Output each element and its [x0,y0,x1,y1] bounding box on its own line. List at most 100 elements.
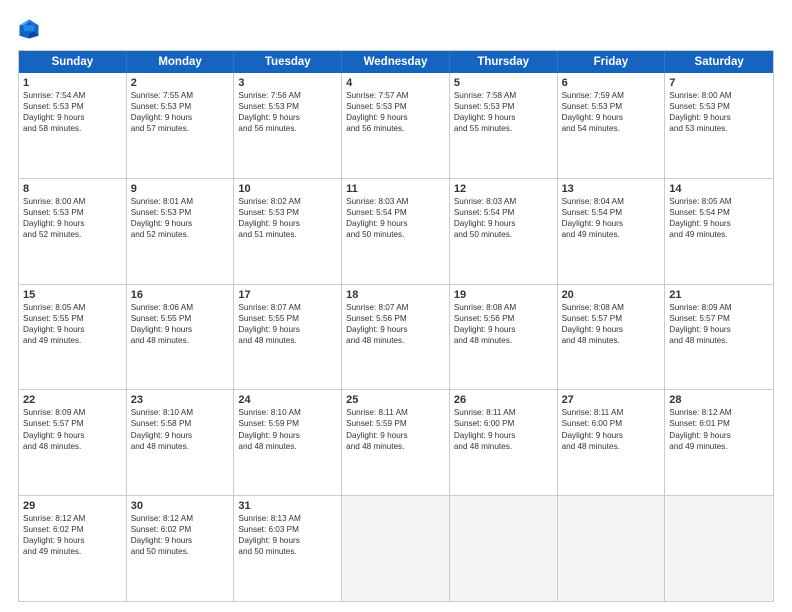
day-number: 19 [454,289,553,301]
cell-info: Sunrise: 8:12 AMSunset: 6:01 PMDaylight:… [669,407,769,451]
calendar-cell-14: 14Sunrise: 8:05 AMSunset: 5:54 PMDayligh… [665,179,773,284]
day-number: 20 [562,289,661,301]
calendar-cell-31: 31Sunrise: 8:13 AMSunset: 6:03 PMDayligh… [234,496,342,601]
day-number: 2 [131,77,230,89]
calendar-cell-13: 13Sunrise: 8:04 AMSunset: 5:54 PMDayligh… [558,179,666,284]
cell-info: Sunrise: 7:59 AMSunset: 5:53 PMDaylight:… [562,90,661,134]
calendar-cell-22: 22Sunrise: 8:09 AMSunset: 5:57 PMDayligh… [19,390,127,495]
day-number: 1 [23,77,122,89]
day-number: 29 [23,500,122,512]
day-number: 12 [454,183,553,195]
page: SundayMondayTuesdayWednesdayThursdayFrid… [0,0,792,612]
logo [18,18,42,40]
calendar-cell-7: 7Sunrise: 8:00 AMSunset: 5:53 PMDaylight… [665,73,773,178]
day-number: 13 [562,183,661,195]
cell-info: Sunrise: 8:03 AMSunset: 5:54 PMDaylight:… [346,196,445,240]
day-number: 8 [23,183,122,195]
calendar-cell-empty-4-3 [342,496,450,601]
cell-info: Sunrise: 8:00 AMSunset: 5:53 PMDaylight:… [23,196,122,240]
calendar-cell-2: 2Sunrise: 7:55 AMSunset: 5:53 PMDaylight… [127,73,235,178]
day-number: 23 [131,394,230,406]
cell-info: Sunrise: 8:12 AMSunset: 6:02 PMDaylight:… [131,513,230,557]
cell-info: Sunrise: 7:55 AMSunset: 5:53 PMDaylight:… [131,90,230,134]
calendar-body: 1Sunrise: 7:54 AMSunset: 5:53 PMDaylight… [19,73,773,601]
cell-info: Sunrise: 8:08 AMSunset: 5:57 PMDaylight:… [562,302,661,346]
calendar-cell-29: 29Sunrise: 8:12 AMSunset: 6:02 PMDayligh… [19,496,127,601]
cell-info: Sunrise: 8:08 AMSunset: 5:56 PMDaylight:… [454,302,553,346]
calendar-cell-1: 1Sunrise: 7:54 AMSunset: 5:53 PMDaylight… [19,73,127,178]
cell-info: Sunrise: 8:00 AMSunset: 5:53 PMDaylight:… [669,90,769,134]
day-number: 6 [562,77,661,89]
day-number: 4 [346,77,445,89]
cell-info: Sunrise: 7:56 AMSunset: 5:53 PMDaylight:… [238,90,337,134]
calendar: SundayMondayTuesdayWednesdayThursdayFrid… [18,50,774,602]
cell-info: Sunrise: 8:07 AMSunset: 5:56 PMDaylight:… [346,302,445,346]
day-number: 15 [23,289,122,301]
day-number: 18 [346,289,445,301]
calendar-row-0: 1Sunrise: 7:54 AMSunset: 5:53 PMDaylight… [19,73,773,178]
calendar-cell-30: 30Sunrise: 8:12 AMSunset: 6:02 PMDayligh… [127,496,235,601]
day-number: 11 [346,183,445,195]
calendar-cell-12: 12Sunrise: 8:03 AMSunset: 5:54 PMDayligh… [450,179,558,284]
day-number: 3 [238,77,337,89]
day-number: 16 [131,289,230,301]
cell-info: Sunrise: 8:13 AMSunset: 6:03 PMDaylight:… [238,513,337,557]
day-number: 26 [454,394,553,406]
calendar-cell-8: 8Sunrise: 8:00 AMSunset: 5:53 PMDaylight… [19,179,127,284]
header [18,18,774,40]
weekday-header-wednesday: Wednesday [342,51,450,73]
calendar-cell-24: 24Sunrise: 8:10 AMSunset: 5:59 PMDayligh… [234,390,342,495]
calendar-cell-15: 15Sunrise: 8:05 AMSunset: 5:55 PMDayligh… [19,285,127,390]
cell-info: Sunrise: 8:02 AMSunset: 5:53 PMDaylight:… [238,196,337,240]
cell-info: Sunrise: 7:54 AMSunset: 5:53 PMDaylight:… [23,90,122,134]
cell-info: Sunrise: 8:04 AMSunset: 5:54 PMDaylight:… [562,196,661,240]
day-number: 21 [669,289,769,301]
calendar-row-1: 8Sunrise: 8:00 AMSunset: 5:53 PMDaylight… [19,178,773,284]
calendar-cell-empty-4-4 [450,496,558,601]
cell-info: Sunrise: 8:07 AMSunset: 5:55 PMDaylight:… [238,302,337,346]
calendar-cell-9: 9Sunrise: 8:01 AMSunset: 5:53 PMDaylight… [127,179,235,284]
calendar-cell-17: 17Sunrise: 8:07 AMSunset: 5:55 PMDayligh… [234,285,342,390]
day-number: 31 [238,500,337,512]
calendar-cell-26: 26Sunrise: 8:11 AMSunset: 6:00 PMDayligh… [450,390,558,495]
calendar-cell-25: 25Sunrise: 8:11 AMSunset: 5:59 PMDayligh… [342,390,450,495]
cell-info: Sunrise: 8:12 AMSunset: 6:02 PMDaylight:… [23,513,122,557]
weekday-header-saturday: Saturday [665,51,773,73]
calendar-row-3: 22Sunrise: 8:09 AMSunset: 5:57 PMDayligh… [19,389,773,495]
day-number: 22 [23,394,122,406]
cell-info: Sunrise: 8:05 AMSunset: 5:55 PMDaylight:… [23,302,122,346]
calendar-cell-10: 10Sunrise: 8:02 AMSunset: 5:53 PMDayligh… [234,179,342,284]
calendar-cell-11: 11Sunrise: 8:03 AMSunset: 5:54 PMDayligh… [342,179,450,284]
day-number: 5 [454,77,553,89]
calendar-cell-21: 21Sunrise: 8:09 AMSunset: 5:57 PMDayligh… [665,285,773,390]
calendar-cell-23: 23Sunrise: 8:10 AMSunset: 5:58 PMDayligh… [127,390,235,495]
cell-info: Sunrise: 8:06 AMSunset: 5:55 PMDaylight:… [131,302,230,346]
calendar-cell-empty-4-6 [665,496,773,601]
cell-info: Sunrise: 8:11 AMSunset: 5:59 PMDaylight:… [346,407,445,451]
cell-info: Sunrise: 8:03 AMSunset: 5:54 PMDaylight:… [454,196,553,240]
cell-info: Sunrise: 8:01 AMSunset: 5:53 PMDaylight:… [131,196,230,240]
day-number: 9 [131,183,230,195]
day-number: 25 [346,394,445,406]
cell-info: Sunrise: 8:11 AMSunset: 6:00 PMDaylight:… [562,407,661,451]
cell-info: Sunrise: 8:10 AMSunset: 5:58 PMDaylight:… [131,407,230,451]
calendar-header: SundayMondayTuesdayWednesdayThursdayFrid… [19,51,773,73]
calendar-cell-empty-4-5 [558,496,666,601]
cell-info: Sunrise: 7:58 AMSunset: 5:53 PMDaylight:… [454,90,553,134]
day-number: 24 [238,394,337,406]
calendar-cell-6: 6Sunrise: 7:59 AMSunset: 5:53 PMDaylight… [558,73,666,178]
calendar-cell-28: 28Sunrise: 8:12 AMSunset: 6:01 PMDayligh… [665,390,773,495]
cell-info: Sunrise: 7:57 AMSunset: 5:53 PMDaylight:… [346,90,445,134]
day-number: 27 [562,394,661,406]
cell-info: Sunrise: 8:10 AMSunset: 5:59 PMDaylight:… [238,407,337,451]
calendar-cell-19: 19Sunrise: 8:08 AMSunset: 5:56 PMDayligh… [450,285,558,390]
day-number: 28 [669,394,769,406]
cell-info: Sunrise: 8:09 AMSunset: 5:57 PMDaylight:… [669,302,769,346]
calendar-cell-4: 4Sunrise: 7:57 AMSunset: 5:53 PMDaylight… [342,73,450,178]
day-number: 10 [238,183,337,195]
weekday-header-monday: Monday [127,51,235,73]
calendar-row-4: 29Sunrise: 8:12 AMSunset: 6:02 PMDayligh… [19,495,773,601]
calendar-cell-27: 27Sunrise: 8:11 AMSunset: 6:00 PMDayligh… [558,390,666,495]
calendar-cell-16: 16Sunrise: 8:06 AMSunset: 5:55 PMDayligh… [127,285,235,390]
calendar-row-2: 15Sunrise: 8:05 AMSunset: 5:55 PMDayligh… [19,284,773,390]
